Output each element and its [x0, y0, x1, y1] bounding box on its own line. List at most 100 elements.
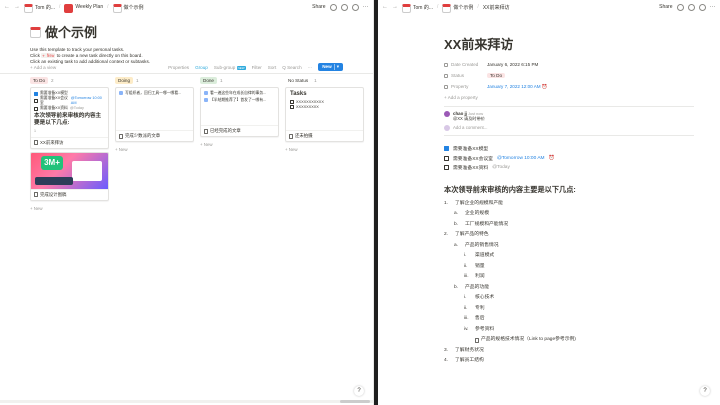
status-badge: No Status [288, 78, 309, 83]
checkbox[interactable] [34, 106, 38, 111]
page-title: XX前来拜访 [444, 37, 514, 52]
task-card[interactable]: Tasks XXXXXXXXXXX XXXXXXXXX 还未拍摄 [285, 87, 364, 142]
red-page-icon [64, 3, 74, 13]
new-task-button[interactable]: New ▾ [318, 63, 343, 71]
properties-button[interactable]: Properties [168, 65, 189, 70]
search-button[interactable]: Q Search [282, 65, 301, 70]
sort-button[interactable]: Sort [268, 65, 276, 70]
alarm-icon: ⏰ [541, 83, 548, 89]
share-button[interactable]: Share [312, 4, 325, 10]
breadcrumb-current[interactable]: 做个示例 [112, 3, 144, 13]
chevron-down-icon[interactable]: ▾ [333, 64, 339, 70]
document-icon [119, 133, 123, 139]
task-card[interactable]: 看一遍这些年在成长自律的事务... 【半结期推荐了】首发了一哪有... 已经完成… [200, 87, 279, 137]
back-arrow-icon[interactable]: ← [4, 4, 10, 10]
checkbox[interactable] [34, 99, 38, 103]
filter-button[interactable]: Filter [252, 65, 262, 70]
horizontal-scrollbar[interactable] [0, 400, 373, 403]
status-badge: To Do [30, 77, 48, 84]
comments-icon[interactable] [329, 3, 337, 11]
favorite-star-icon[interactable] [351, 3, 359, 11]
right-pane: ← → Tom 的... / 做个示例 / XX前来拜访 Share ··· X… [378, 0, 720, 405]
add-card-button[interactable]: + New [285, 145, 364, 154]
breadcrumb-workspace[interactable]: Tom 的... [24, 3, 55, 13]
emoji-icon [119, 91, 123, 95]
clock-icon [444, 62, 448, 67]
breadcrumb-board[interactable]: 做个示例 [442, 3, 473, 13]
property-status[interactable]: Status To Do [444, 70, 720, 81]
more-menu-button[interactable]: ··· [363, 4, 370, 10]
back-arrow-icon[interactable]: ← [382, 4, 388, 10]
document-icon [34, 140, 38, 145]
checkbox[interactable] [290, 105, 294, 109]
breadcrumb-workspace[interactable]: Tom 的... [402, 3, 433, 13]
history-icon[interactable] [687, 3, 695, 11]
add-comment-row[interactable]: Add a comment... [444, 125, 720, 131]
cover-image: 3M+ [31, 152, 108, 189]
add-card-button[interactable]: + New [115, 145, 194, 154]
more-menu-button[interactable]: ··· [710, 4, 717, 10]
emoji-icon [204, 91, 208, 95]
numbered-outline: 1. 了解企业的规模和产能 a. 企业的规模 b. 工厂规模和产能情况 2. 了解产品的… [444, 200, 576, 364]
card-title: 已经完成的文章 [210, 128, 241, 133]
todo-list: 需要准备XX模型 需要准备XX会议室 @Tomorrow 10:00 AM ⏰ 需… [444, 144, 720, 173]
add-card-button[interactable]: + New [30, 204, 109, 213]
breadcrumb-current[interactable]: XX前来拜访 [483, 4, 510, 11]
card-heading: 本次领导前来审核的内容主要是以下几点: [34, 113, 102, 126]
kanban-board: To Do 2 需要准备XX模型 需要准备XX会议室 @Tomorrow 10:… [30, 76, 364, 213]
view-more-button[interactable]: ··· [308, 65, 313, 70]
card-title: 完成少数派的文章 [125, 133, 161, 138]
document-icon [289, 133, 293, 139]
calendar-icon [30, 27, 41, 38]
column-done: Done 1 看一遍这些年在成长自律的事务... 【半结期推荐了】首发了一哪有.… [200, 76, 279, 213]
status-badge: To Do [487, 73, 505, 78]
checkbox[interactable] [444, 165, 449, 171]
page-title: 做个示例 [30, 22, 343, 41]
add-view-button[interactable]: + Add a view [30, 65, 162, 70]
task-card[interactable]: 写组织者，回归工具一哪一哪看... 完成少数派的文章 [115, 87, 194, 142]
share-button[interactable]: Share [659, 4, 672, 10]
checkbox[interactable] [34, 91, 38, 96]
document-icon [475, 337, 479, 343]
subgroup-button[interactable]: Sub-group NEW [214, 65, 246, 70]
calendar-icon [442, 3, 452, 13]
comments-icon[interactable] [676, 3, 684, 11]
todo-item: 需要准备XX会议室 @Tomorrow 10:00 AM ⏰ [444, 154, 720, 164]
column-header[interactable]: No Status 1 [285, 76, 364, 85]
checkbox[interactable] [444, 155, 449, 161]
add-property-button[interactable]: + Add a property [444, 92, 720, 102]
column-header[interactable]: Doing 1 [115, 76, 194, 85]
comment-count: 1 [34, 129, 36, 133]
calendar-icon [402, 3, 411, 13]
history-icon[interactable] [340, 3, 348, 11]
emoji-icon [204, 98, 208, 102]
forward-arrow-icon[interactable]: → [392, 4, 398, 10]
group-button[interactable]: Group [195, 65, 208, 70]
help-button[interactable]: ? [354, 386, 364, 396]
left-topbar: ← → Tom 的... / Weekly Plan / 做个示例 Share … [4, 3, 370, 13]
document-icon [34, 192, 38, 197]
card-title: 完成设计图稿 [40, 191, 67, 197]
select-icon [444, 73, 448, 78]
add-card-button[interactable]: + New [200, 140, 279, 149]
column-no-status: No Status 1 Tasks XXXXXXXXXXX XXXXXXXXX … [285, 76, 364, 213]
card-title: 还未拍摄 [295, 133, 313, 138]
forward-arrow-icon[interactable]: → [14, 4, 20, 10]
comment: chao jj Just now @XX 请及时带价 [444, 111, 720, 122]
page-link[interactable]: 产品的规格技术情况（Link to page参考示例) [475, 335, 576, 346]
comment-input[interactable]: Add a comment... [453, 125, 487, 131]
calendar-icon [24, 3, 33, 13]
column-header[interactable]: Done 1 [200, 76, 279, 85]
column-doing: Doing 1 写组织者，回归工具一哪一哪看... 完成少数派的文章 + New [115, 76, 194, 213]
column-header[interactable]: To Do 2 [30, 76, 109, 85]
status-badge: Doing [115, 77, 134, 84]
checkbox[interactable] [290, 100, 294, 104]
task-card[interactable]: 3M+ 完成设计图稿 [30, 151, 109, 201]
property-date-created[interactable]: Date Created January 6, 2022 6:15 PM [444, 59, 720, 70]
favorite-star-icon[interactable] [698, 3, 706, 11]
task-card[interactable]: 需要准备XX模型 需要准备XX会议室 @Tomorrow 10:00 AM 需要… [30, 87, 109, 149]
breadcrumb-weekly-plan[interactable]: Weekly Plan [64, 3, 103, 13]
checkbox[interactable] [444, 146, 449, 152]
help-button[interactable]: ? [700, 386, 710, 396]
property-date[interactable]: Property January 7, 2022 12:00 AM ⏰ [444, 81, 720, 92]
